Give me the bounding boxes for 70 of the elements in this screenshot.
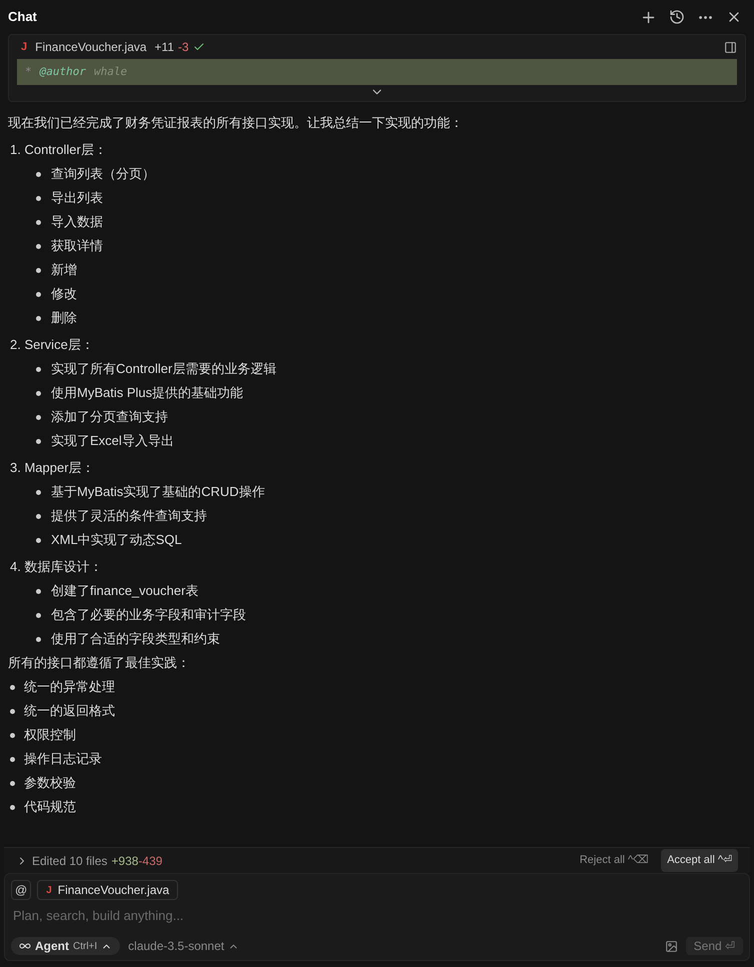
section-heading: 2. Service层： — [9, 336, 95, 354]
added-count: +11 — [154, 39, 174, 56]
bullet-icon — [10, 684, 15, 690]
section-heading: 4. 数据库设计： — [9, 558, 104, 576]
java-file-icon: J — [17, 38, 32, 56]
list-item: 提供了灵活的条件查询支持 — [51, 507, 207, 525]
bullet-icon — [36, 636, 41, 642]
list-item: 权限控制 — [24, 726, 76, 744]
list-item: 操作日志记录 — [24, 750, 102, 768]
bullet-icon — [36, 366, 41, 372]
reject-all-button[interactable]: Reject all ^⌫ — [572, 852, 658, 869]
section-heading: 1. Controller层： — [9, 141, 108, 159]
bullet-icon — [36, 390, 41, 396]
bullet-icon — [36, 490, 41, 494]
list-item: 创建了finance_voucher表 — [51, 582, 198, 600]
list-item: 查询列表（分页） — [51, 165, 155, 183]
removed-count: -3 — [178, 39, 189, 56]
removed-count: -439 — [138, 852, 162, 870]
list-item: 获取详情 — [51, 237, 103, 255]
list-item: 统一的异常处理 — [24, 678, 115, 696]
bullet-icon — [36, 588, 41, 594]
mention-button[interactable]: @ — [11, 880, 32, 900]
history-icon[interactable] — [669, 9, 685, 25]
bullet-icon — [36, 292, 41, 296]
list-item: 代码规范 — [24, 798, 76, 816]
added-count: +938 — [111, 852, 138, 870]
bullet-icon — [36, 268, 41, 272]
accept-all-button[interactable]: Accept all ^⏎ — [661, 849, 738, 872]
bullet-icon — [10, 732, 15, 738]
list-item: 实现了Excel导入导出 — [51, 432, 174, 450]
bullet-icon — [36, 438, 41, 444]
bullet-icon — [36, 514, 41, 518]
bullet-icon — [10, 804, 15, 810]
bullet-icon — [36, 612, 41, 618]
list-item: 参数校验 — [24, 774, 76, 792]
open-panel-icon[interactable] — [724, 40, 737, 54]
list-item: 删除 — [51, 309, 77, 327]
list-item: 包含了必要的业务字段和审计字段 — [51, 606, 246, 624]
bullet-icon — [36, 414, 41, 420]
agent-mode-button[interactable]: Agent Ctrl+I — [11, 937, 120, 955]
list-item: 使用了合适的字段类型和约束 — [51, 630, 220, 648]
list-item: 导入数据 — [51, 213, 103, 231]
summary-intro: 现在我们已经完成了财务凭证报表的所有接口实现。让我总结一下实现的功能： — [8, 114, 464, 132]
bullet-icon — [36, 220, 41, 224]
section-heading: 3. Mapper层： — [9, 459, 96, 477]
edited-files-label[interactable]: Edited 10 files — [32, 852, 108, 870]
bullet-icon — [36, 172, 41, 176]
list-item: 导出列表 — [51, 189, 103, 207]
prompt-field[interactable]: Plan, search, build anything... — [11, 904, 743, 926]
image-icon[interactable] — [664, 940, 678, 952]
panel-title: Chat — [8, 8, 37, 26]
list-item: 添加了分页查询支持 — [51, 408, 168, 426]
bullet-icon — [10, 780, 15, 786]
bullet-icon — [36, 538, 41, 542]
model-selector[interactable]: claude-3.5-sonnet — [128, 937, 240, 955]
list-item: 实现了所有Controller层需要的业务逻辑 — [51, 360, 276, 378]
list-item: 使用MyBatis Plus提供的基础功能 — [51, 384, 244, 402]
context-file-chip[interactable]: J FinanceVoucher.java — [37, 880, 178, 900]
practices-heading: 所有的接口都遵循了最佳实践： — [8, 654, 191, 672]
file-name[interactable]: FinanceVoucher.java — [35, 38, 147, 56]
list-item: 修改 — [51, 285, 77, 303]
list-item: 新增 — [51, 261, 77, 279]
list-item: 基于MyBatis实现了基础的CRUD操作 — [51, 483, 265, 501]
list-item: 统一的返回格式 — [24, 702, 115, 720]
bullet-icon — [10, 756, 15, 762]
list-item: XML中实现了动态SQL — [51, 531, 182, 549]
bullet-icon — [36, 244, 41, 248]
bullet-icon — [36, 316, 41, 320]
bullet-icon — [36, 196, 41, 200]
bullet-icon — [10, 708, 15, 714]
